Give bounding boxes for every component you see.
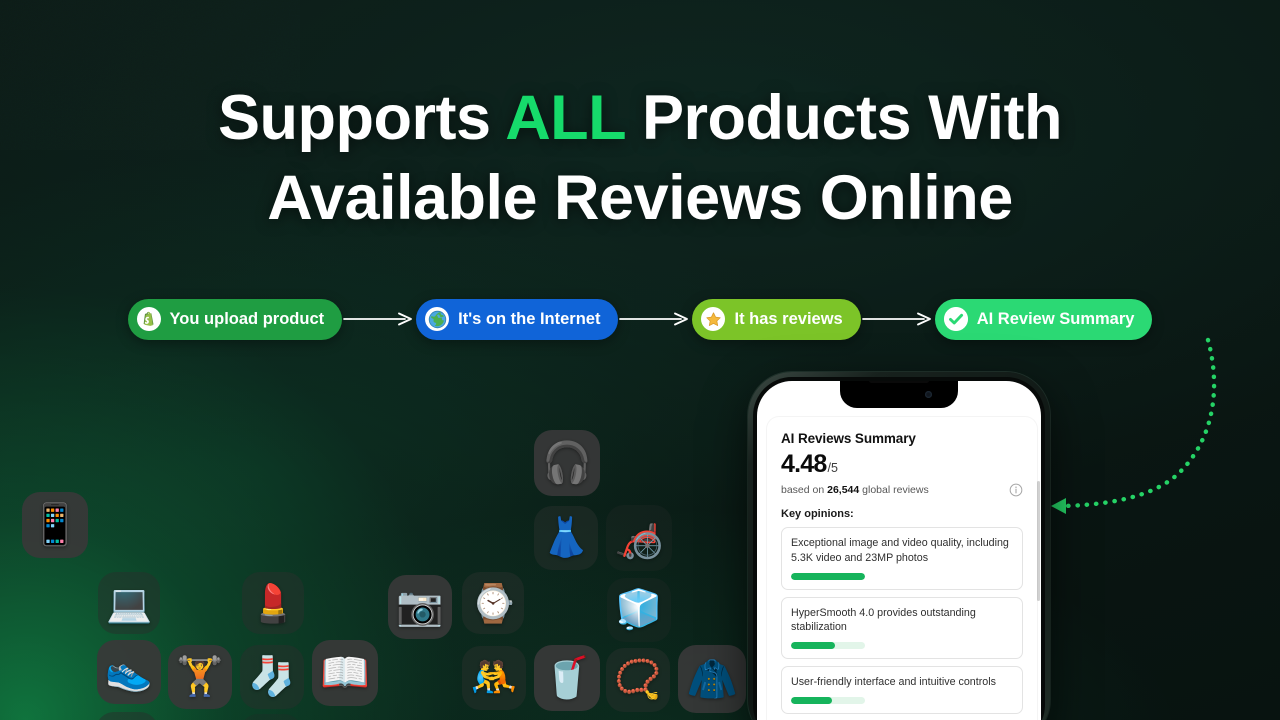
headline-part-1: Supports: [218, 83, 506, 153]
phone-screen: AI Reviews Summary 4.48 /5 based on 26,5…: [757, 381, 1041, 720]
promo-canvas: Supports ALL Products With Available Rev…: [0, 0, 1280, 720]
product-glyph: 👗: [542, 517, 590, 559]
key-opinion-text: HyperSmooth 4.0 provides outstanding sta…: [791, 606, 976, 634]
star-icon: [701, 307, 726, 331]
key-opinion-card[interactable]: User-friendly interface and intuitive co…: [781, 666, 1023, 714]
key-opinions-list: Exceptional image and video quality, inc…: [781, 527, 1023, 720]
product-tile-hoodie[interactable]: 🧥: [678, 645, 746, 713]
key-opinion-text: User-friendly interface and intuitive co…: [791, 676, 996, 689]
product-tile-sneaker[interactable]: 👟: [97, 640, 161, 704]
flow-step-label: It has reviews: [734, 309, 843, 328]
product-tile-refrigerator[interactable]: 🧊: [607, 578, 671, 642]
ai-reviews-summary-card: AI Reviews Summary 4.48 /5 based on 26,5…: [767, 417, 1037, 720]
key-opinion-card[interactable]: HyperSmooth 4.0 provides outstanding sta…: [781, 596, 1023, 660]
product-glyph: 🥤: [542, 656, 592, 700]
product-tile-makeup-brushes[interactable]: 💄: [242, 572, 304, 634]
rating-row: 4.48 /5: [781, 450, 1023, 479]
flow-step-summary[interactable]: AI Review Summary: [934, 298, 1153, 340]
page-title: Supports ALL Products With Available Rev…: [0, 78, 1280, 238]
headline-part-2: Products With: [625, 83, 1062, 153]
arrow-right-icon: [619, 312, 689, 326]
product-glyph: 🧥: [686, 655, 738, 702]
product-tile-soda-can[interactable]: 🥤: [534, 645, 600, 711]
flow-connector-1: [342, 309, 416, 329]
product-tile-wheelchair[interactable]: 🦽: [606, 505, 672, 571]
product-tile-headphones[interactable]: 🎧: [534, 430, 600, 496]
arrow-right-icon: [343, 312, 413, 326]
product-tile-action-camera[interactable]: 📷: [388, 575, 452, 639]
check-circle-icon: [943, 307, 968, 331]
flow-steps: You upload product It's on the Internet: [0, 298, 1280, 340]
product-tile-smartwatch[interactable]: ⌚: [462, 572, 524, 634]
headline-line-1: Supports ALL Products With: [0, 78, 1280, 158]
product-glyph: 📿: [614, 659, 662, 701]
key-opinion-progress-fill: [791, 642, 836, 650]
product-glyph: 🦽: [614, 516, 664, 560]
product-glyph: 📖: [320, 651, 370, 695]
summary-title: AI Reviews Summary: [781, 431, 916, 446]
product-tile-smartphone[interactable]: 📱: [22, 492, 88, 558]
product-tile-figurine[interactable]: 🤼: [462, 646, 526, 710]
product-glyph: ⌚: [469, 582, 517, 624]
product-glyph: 👟: [105, 651, 153, 693]
phone-speaker: [869, 381, 929, 383]
flow-step-reviews[interactable]: It has reviews: [692, 298, 861, 340]
product-glyph: 🤼: [470, 657, 518, 699]
phone-bezel: AI Reviews Summary 4.48 /5 based on 26,5…: [753, 377, 1045, 720]
product-glyph: 📱: [30, 503, 80, 547]
product-glyph: 📷: [396, 586, 444, 628]
review-count-row: based on 26,544 global reviews: [781, 483, 1023, 497]
dotted-curved-arrow-icon: [1051, 337, 1217, 514]
flow-connector-3: [861, 309, 935, 329]
product-glyph: 🧊: [615, 589, 663, 631]
phone-mockup: AI Reviews Summary 4.48 /5 based on 26,5…: [748, 372, 1050, 720]
key-opinion-progress-track: [791, 696, 865, 704]
phone-notch: [840, 381, 958, 408]
review-count: 26,544: [827, 484, 860, 496]
product-glyph: 🎧: [542, 441, 592, 485]
key-opinions-label: Key opinions:: [781, 508, 854, 520]
key-opinion-progress-track: [791, 642, 865, 650]
product-tile-partial-b[interactable]: [240, 714, 302, 720]
flow-step-label: It's on the Internet: [458, 309, 601, 328]
globe-icon: [425, 307, 450, 331]
review-count-text: based on 26,544 global reviews: [781, 484, 929, 496]
product-tile-jewelry[interactable]: 📿: [606, 648, 670, 712]
key-opinion-card[interactable]: Exceptional image and video quality, inc…: [781, 527, 1023, 590]
key-opinion-progress-track: [791, 572, 865, 580]
flow-step-internet[interactable]: It's on the Internet: [416, 298, 619, 340]
arrow-right-icon: [861, 312, 931, 326]
key-opinion-progress-fill: [791, 696, 832, 704]
based-prefix: based on: [781, 484, 828, 496]
product-tile-book[interactable]: 📖: [312, 640, 378, 706]
based-suffix: global reviews: [859, 484, 929, 496]
shopify-bag-icon: [136, 307, 161, 331]
product-tile-laptop[interactable]: 💻: [98, 572, 160, 634]
product-tile-dress[interactable]: 👗: [534, 506, 598, 570]
rating-denominator: /5: [827, 461, 838, 475]
product-glyph: 💄: [249, 582, 297, 624]
info-circle-icon[interactable]: [1009, 483, 1023, 497]
product-glyph: 💻: [105, 582, 153, 624]
headline-highlight: ALL: [505, 83, 626, 153]
product-glyph: 🧦: [248, 656, 296, 698]
flow-step-label: You upload product: [169, 309, 325, 328]
product-glyph: 🏋: [176, 656, 224, 698]
front-camera-icon: [925, 391, 932, 398]
key-opinion-text: Exceptional image and video quality, inc…: [791, 537, 1009, 564]
phone-scrollbar[interactable]: [1037, 481, 1040, 601]
product-tile-socks[interactable]: 🧦: [240, 645, 304, 709]
rating-score: 4.48: [781, 450, 827, 478]
flow-step-label: AI Review Summary: [976, 309, 1135, 328]
product-tile-dumbbell[interactable]: 🏋: [168, 645, 232, 709]
flow-step-upload[interactable]: You upload product: [127, 298, 343, 340]
key-opinion-progress-fill: [791, 572, 865, 580]
flow-connector-2: [618, 309, 692, 329]
product-tile-partial-a[interactable]: [96, 712, 158, 720]
headline-line-2: Available Reviews Online: [267, 163, 1013, 233]
